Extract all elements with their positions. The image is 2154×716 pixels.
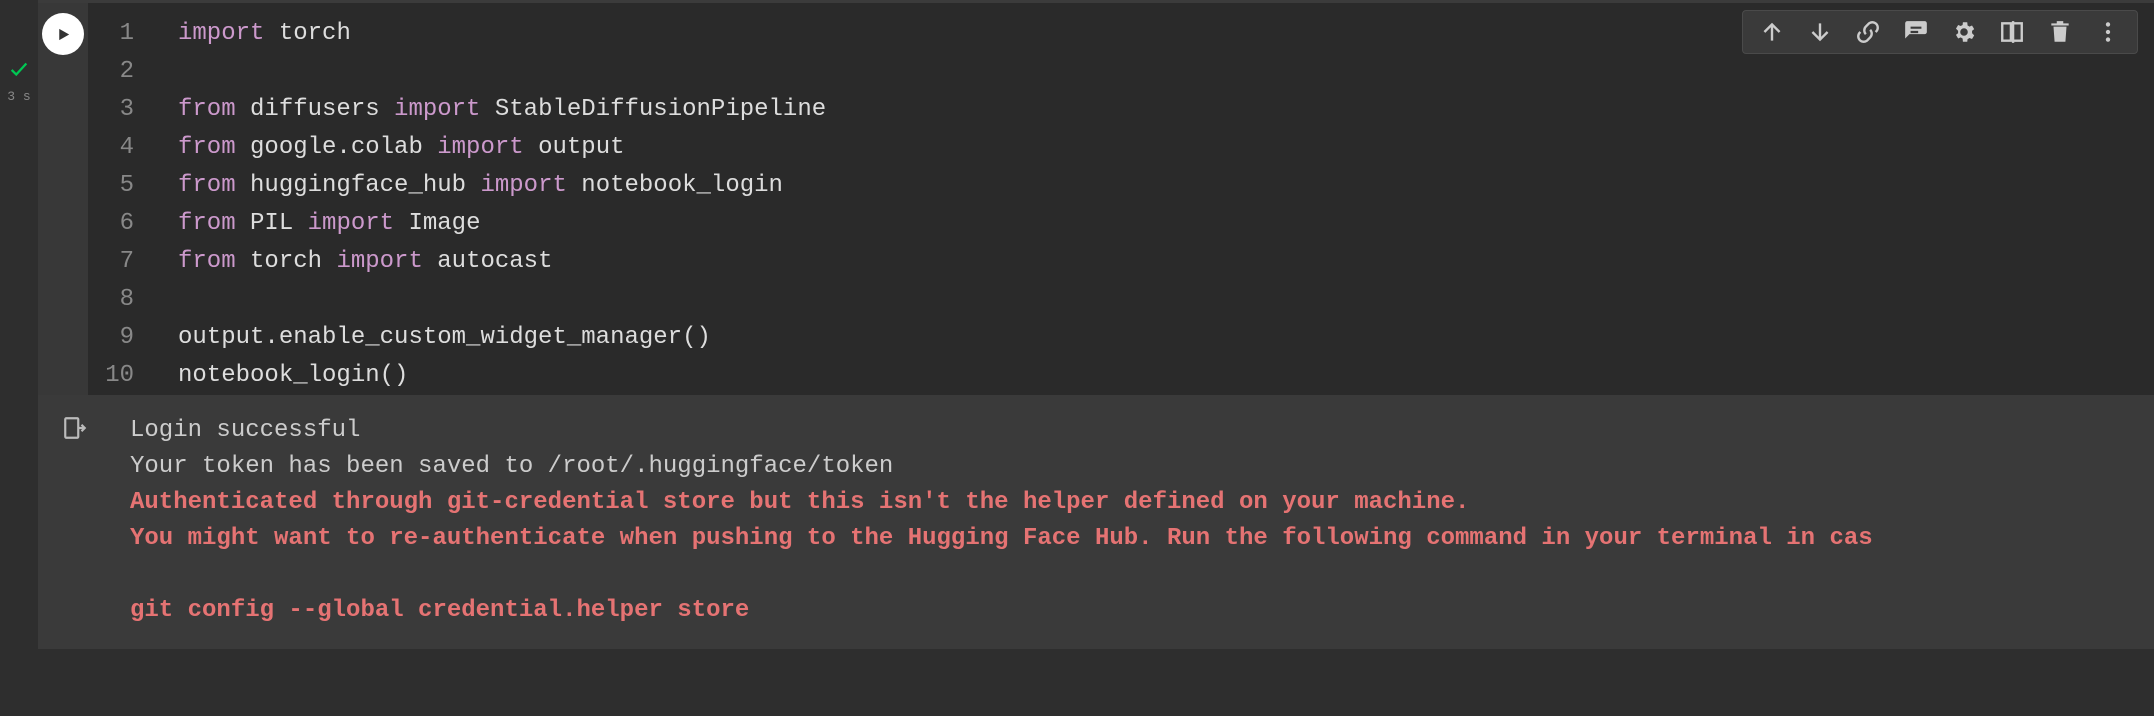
line-number: 3	[88, 91, 134, 129]
code-line: from PIL import Image	[178, 210, 480, 237]
run-button-column	[38, 3, 88, 395]
notebook-cell: 3 s 1 2 3 4 5 6 7 8 9 10 import torch fr…	[0, 0, 2154, 716]
play-icon	[55, 26, 72, 43]
code-line	[178, 286, 192, 313]
output-warning-line: You might want to re-authenticate when p…	[130, 525, 1873, 552]
line-number: 9	[88, 319, 134, 357]
line-number: 4	[88, 129, 134, 167]
code-line	[178, 58, 192, 85]
output-body: Login successful Your token has been sav…	[100, 413, 2154, 629]
code-line: from torch import autocast	[178, 248, 552, 275]
line-number-gutter: 1 2 3 4 5 6 7 8 9 10	[88, 3, 148, 395]
code-row: 1 2 3 4 5 6 7 8 9 10 import torch from d…	[38, 3, 2154, 395]
line-number: 8	[88, 281, 134, 319]
more-button[interactable]	[2093, 17, 2123, 47]
cell-toolbar	[1742, 10, 2138, 54]
success-check-icon	[8, 58, 30, 87]
status-gutter: 3 s	[0, 0, 38, 716]
link-icon	[1855, 19, 1881, 45]
output-icon-column	[50, 413, 100, 629]
output-line: Your token has been saved to /root/.hugg…	[130, 453, 893, 480]
exec-time-label: 3 s	[7, 89, 30, 104]
trash-icon	[2047, 19, 2073, 45]
output-line: Login successful	[130, 417, 360, 444]
code-line: output.enable_custom_widget_manager()	[178, 324, 711, 351]
move-up-button[interactable]	[1757, 17, 1787, 47]
code-line: from huggingface_hub import notebook_log…	[178, 172, 783, 199]
line-number: 10	[88, 357, 134, 395]
move-down-button[interactable]	[1805, 17, 1835, 47]
run-button[interactable]	[42, 13, 84, 55]
mirror-icon	[1999, 19, 2025, 45]
line-number: 6	[88, 205, 134, 243]
mirror-button[interactable]	[1997, 17, 2027, 47]
comment-icon	[1903, 19, 1929, 45]
line-number: 2	[88, 53, 134, 91]
code-line: notebook_login()	[178, 362, 408, 389]
settings-button[interactable]	[1949, 17, 1979, 47]
code-line: from diffusers import StableDiffusionPip…	[178, 96, 826, 123]
output-row: Login successful Your token has been sav…	[38, 395, 2154, 649]
line-number: 1	[88, 15, 134, 53]
code-line: from google.colab import output	[178, 134, 625, 161]
gear-icon	[1951, 19, 1977, 45]
arrow-down-icon	[1807, 19, 1833, 45]
arrow-up-icon	[1759, 19, 1785, 45]
line-number: 7	[88, 243, 134, 281]
cell-area: 1 2 3 4 5 6 7 8 9 10 import torch from d…	[38, 0, 2154, 716]
output-warning-line: git config --global credential.helper st…	[130, 597, 749, 624]
output-warning-line: Authenticated through git-credential sto…	[130, 489, 1469, 516]
output-indicator-icon[interactable]	[62, 415, 88, 629]
comment-button[interactable]	[1901, 17, 1931, 47]
code-line: import torch	[178, 20, 351, 47]
delete-button[interactable]	[2045, 17, 2075, 47]
link-button[interactable]	[1853, 17, 1883, 47]
more-vert-icon	[2095, 19, 2121, 45]
line-number: 5	[88, 167, 134, 205]
code-editor[interactable]: import torch from diffusers import Stabl…	[148, 3, 2154, 395]
